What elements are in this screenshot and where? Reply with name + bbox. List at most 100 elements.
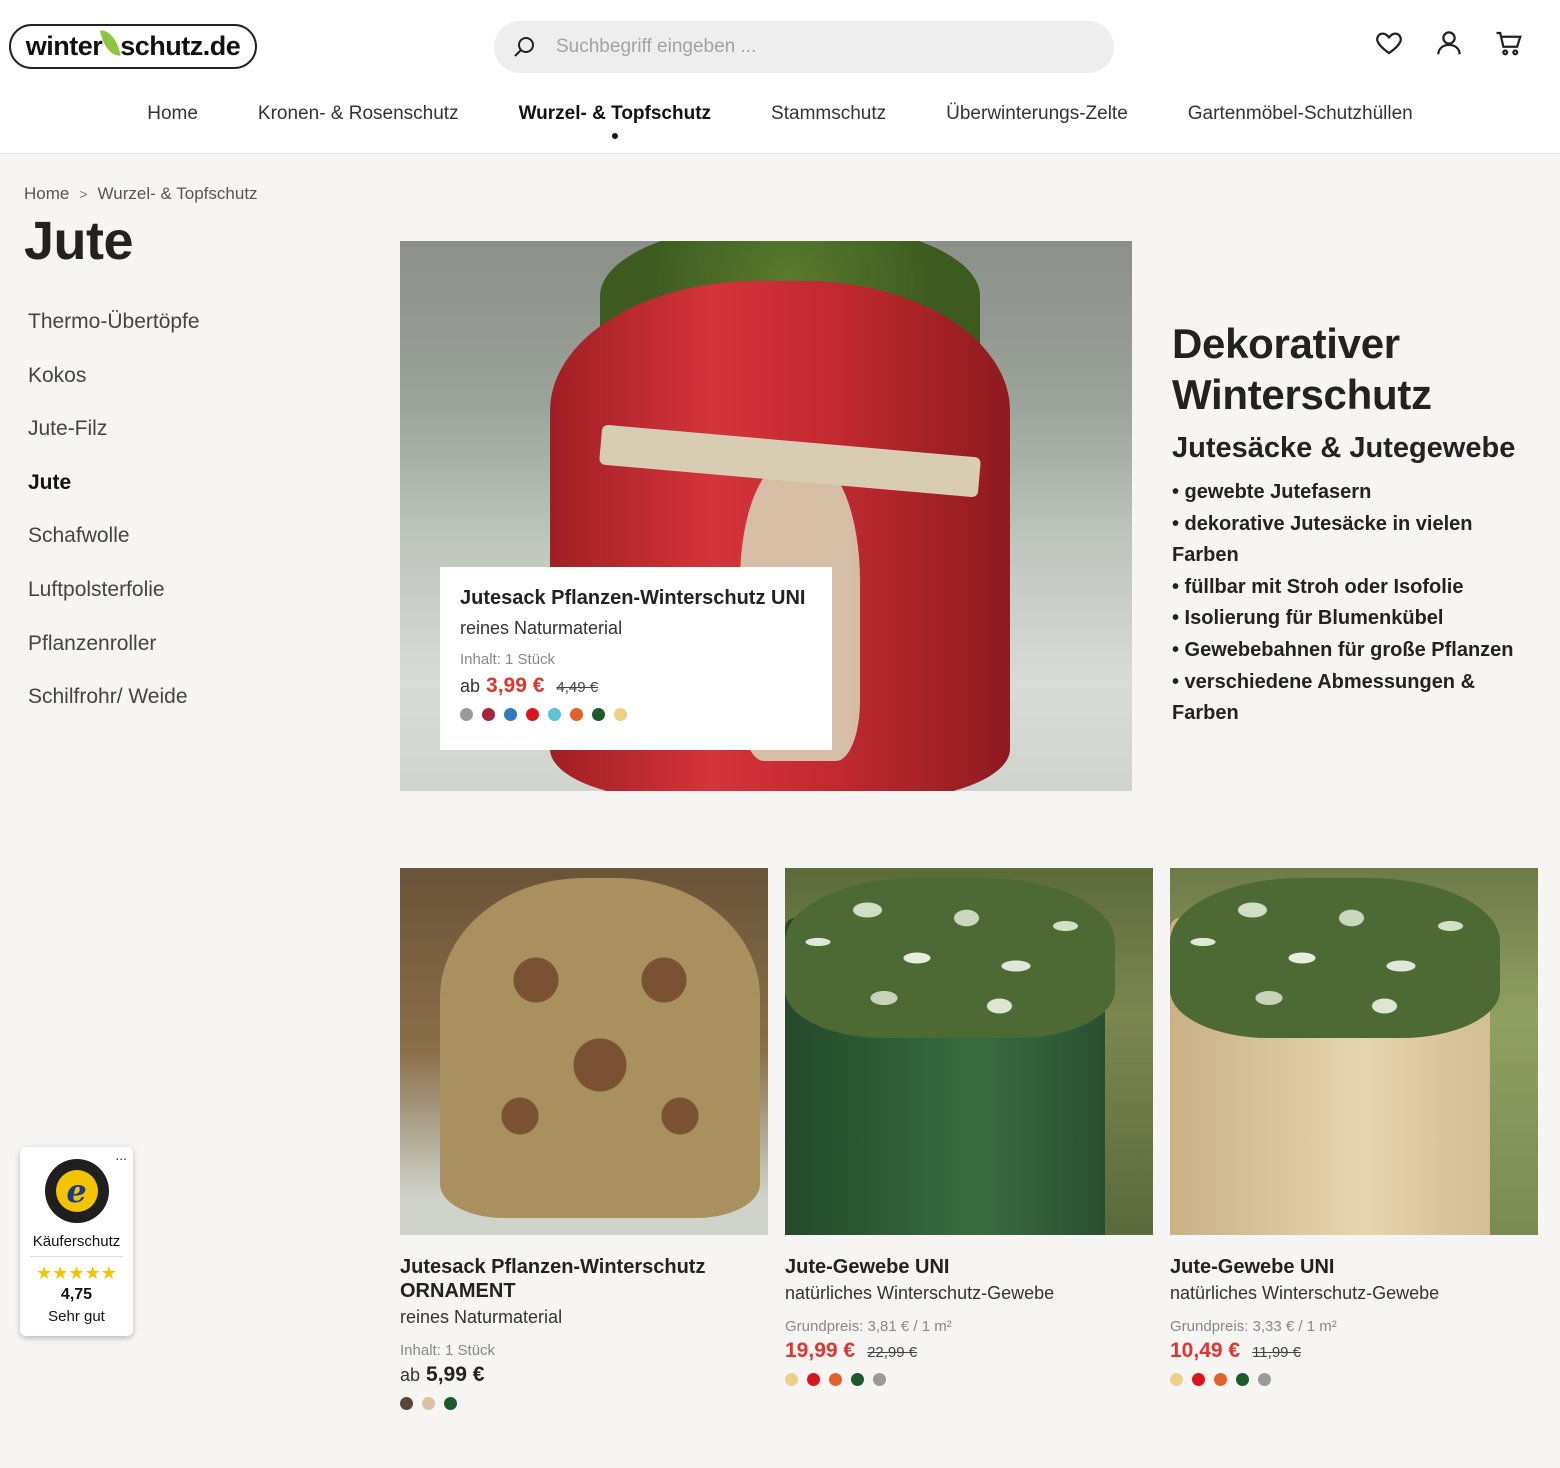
- color-swatches: [400, 1397, 768, 1410]
- breadcrumb-home[interactable]: Home: [24, 184, 69, 204]
- color-swatch[interactable]: [570, 708, 583, 721]
- color-swatch[interactable]: [422, 1397, 435, 1410]
- color-swatch[interactable]: [1258, 1373, 1271, 1386]
- color-swatch[interactable]: [829, 1373, 842, 1386]
- nav-item-ueberwinterungs-zelte[interactable]: Überwinterungs-Zelte: [916, 103, 1158, 125]
- promo-bullet: • Gewebebahnen für große Pflanzen: [1172, 638, 1514, 661]
- old-price: 11,99 €: [1252, 1344, 1302, 1361]
- product-subtitle: reines Naturmaterial: [460, 618, 623, 638]
- color-swatch[interactable]: [526, 708, 539, 721]
- promo-bullet: • dekorative Jutesäcke in vielen Farben: [1172, 512, 1473, 567]
- sidebar-item-jute[interactable]: Jute: [28, 466, 200, 520]
- product-content: Inhalt: 1 Stück: [460, 651, 556, 668]
- color-swatch[interactable]: [592, 708, 605, 721]
- chevron-right-icon: >: [79, 186, 88, 202]
- leaf-icon: [100, 27, 121, 58]
- main-navigation: Home Kronen- & Rosenschutz Wurzel- & Top…: [0, 103, 1560, 139]
- search-input[interactable]: [556, 36, 1056, 58]
- star-rating-icon: ★★★★★: [36, 1263, 117, 1283]
- badge-label: Käuferschutz: [32, 1233, 121, 1250]
- trusted-shops-seal-icon: e: [44, 1159, 109, 1223]
- logo-text-part2: schutz.de: [120, 31, 241, 61]
- color-swatches: [785, 1373, 1153, 1386]
- product-price: 3,99 €: [486, 674, 545, 697]
- product-meta: Grundpreis: 3,33 € / 1 m²: [1170, 1318, 1337, 1335]
- color-swatches: [1170, 1373, 1538, 1386]
- promo-bullet: • füllbar mit Stroh oder Isofolie: [1172, 575, 1464, 598]
- price-line: ab 3,99 € 4,49 €: [460, 674, 812, 698]
- more-icon[interactable]: ...: [115, 1147, 127, 1163]
- product-title[interactable]: Jute-Gewebe UNI: [785, 1255, 1153, 1279]
- color-swatch[interactable]: [548, 708, 561, 721]
- promo-subheadline: Jutesäcke & Jutegewebe: [1172, 432, 1516, 464]
- product-image[interactable]: [785, 868, 1153, 1235]
- color-swatch[interactable]: [873, 1373, 886, 1386]
- color-swatch[interactable]: [1214, 1373, 1227, 1386]
- rating-score: 4,75: [60, 1286, 93, 1303]
- product-card[interactable]: Jute-Gewebe UNI natürliches Winterschutz…: [1170, 868, 1538, 1386]
- nav-item-kronen-rosenschutz[interactable]: Kronen- & Rosenschutz: [228, 103, 489, 125]
- breadcrumb-current[interactable]: Wurzel- & Topfschutz: [98, 184, 258, 204]
- promo-text: Dekorativer Winterschutz Jutesäcke & Jut…: [1172, 318, 1542, 730]
- product-subtitle: reines Naturmaterial: [400, 1307, 563, 1327]
- site-header: winter schutz.de Home Kronen- & Rosenschu…: [0, 0, 1560, 154]
- color-swatch[interactable]: [460, 708, 473, 721]
- price-line: ab 5,99 €: [400, 1363, 768, 1387]
- promo-bullets: • gewebte Jutefasern • dekorative Jutesä…: [1172, 477, 1542, 730]
- product-card[interactable]: Jutesack Pflanzen-Winterschutz ORNAMENT …: [400, 868, 768, 1410]
- color-swatch[interactable]: [444, 1397, 457, 1410]
- color-swatch[interactable]: [482, 708, 495, 721]
- product-card[interactable]: Jute-Gewebe UNI natürliches Winterschutz…: [785, 868, 1153, 1386]
- sidebar-item-pflanzenroller[interactable]: Pflanzenroller: [28, 627, 200, 681]
- product-subtitle: natürliches Winterschutz-Gewebe: [1170, 1283, 1440, 1303]
- product-price: 5,99 €: [426, 1363, 485, 1386]
- color-swatch[interactable]: [504, 708, 517, 721]
- sidebar-item-luftpolsterfolie[interactable]: Luftpolsterfolie: [28, 573, 200, 627]
- rating-grade: Sehr gut: [48, 1308, 105, 1325]
- color-swatch[interactable]: [807, 1373, 820, 1386]
- product-title[interactable]: Jutesack Pflanzen-Winterschutz UNI: [460, 587, 812, 610]
- sidebar-item-schilfrohr-weide[interactable]: Schilfrohr/ Weide: [28, 680, 200, 734]
- color-swatches: [460, 708, 812, 721]
- color-swatch[interactable]: [1236, 1373, 1249, 1386]
- promo-bullet: • verschiedene Abmessungen & Farben: [1172, 670, 1476, 725]
- product-image[interactable]: [400, 868, 768, 1235]
- product-price: 10,49 €: [1170, 1339, 1241, 1362]
- color-swatch[interactable]: [1170, 1373, 1183, 1386]
- color-swatch[interactable]: [785, 1373, 798, 1386]
- sidebar-item-schafwolle[interactable]: Schafwolle: [28, 519, 200, 573]
- old-price: 4,49 €: [556, 679, 599, 696]
- color-swatch[interactable]: [851, 1373, 864, 1386]
- promo-headline: Dekorativer Winterschutz: [1172, 320, 1432, 418]
- product-price: 19,99 €: [785, 1339, 856, 1362]
- hero-product-card[interactable]: Jutesack Pflanzen-Winterschutz UNI reine…: [440, 567, 832, 750]
- cart-icon[interactable]: [1494, 28, 1524, 58]
- color-swatch[interactable]: [1192, 1373, 1205, 1386]
- search-icon[interactable]: [512, 35, 536, 59]
- old-price: 22,99 €: [867, 1344, 918, 1361]
- sidebar-item-kokos[interactable]: Kokos: [28, 359, 200, 413]
- promo-bullet: • gewebte Jutefasern: [1172, 481, 1372, 503]
- sidebar-item-thermo-uebertoepfe[interactable]: Thermo-Übertöpfe: [28, 305, 200, 359]
- trusted-shops-badge[interactable]: ... e Käuferschutz ★★★★★ 4,75 Sehr gut: [20, 1147, 133, 1336]
- price-prefix: ab: [460, 676, 481, 696]
- nav-item-gartenmoebel-schutzhuellen[interactable]: Gartenmöbel-Schutzhüllen: [1158, 103, 1443, 125]
- product-image[interactable]: [1170, 868, 1538, 1235]
- logo-text-part1: winter: [25, 31, 103, 61]
- category-sidebar: Thermo-Übertöpfe Kokos Jute-Filz Jute Sc…: [28, 305, 200, 734]
- user-icon[interactable]: [1434, 28, 1464, 58]
- page-title: Jute: [24, 211, 134, 271]
- promo-bullet: • Isolierung für Blumenkübel: [1172, 607, 1444, 630]
- sidebar-item-jute-filz[interactable]: Jute-Filz: [28, 412, 200, 466]
- product-title[interactable]: Jutesack Pflanzen-Winterschutz ORNAMENT: [400, 1255, 768, 1303]
- nav-item-stammschutz[interactable]: Stammschutz: [741, 103, 916, 125]
- color-swatch[interactable]: [400, 1397, 413, 1410]
- nav-item-wurzel-topfschutz[interactable]: Wurzel- & Topfschutz: [489, 103, 741, 139]
- site-logo[interactable]: winter schutz.de: [9, 24, 257, 69]
- search-bar[interactable]: [494, 21, 1114, 73]
- product-meta: Grundpreis: 3,81 € / 1 m²: [785, 1318, 952, 1335]
- heart-icon[interactable]: [1374, 28, 1404, 58]
- nav-item-home[interactable]: Home: [117, 103, 228, 125]
- product-title[interactable]: Jute-Gewebe UNI: [1170, 1255, 1538, 1279]
- color-swatch[interactable]: [614, 708, 627, 721]
